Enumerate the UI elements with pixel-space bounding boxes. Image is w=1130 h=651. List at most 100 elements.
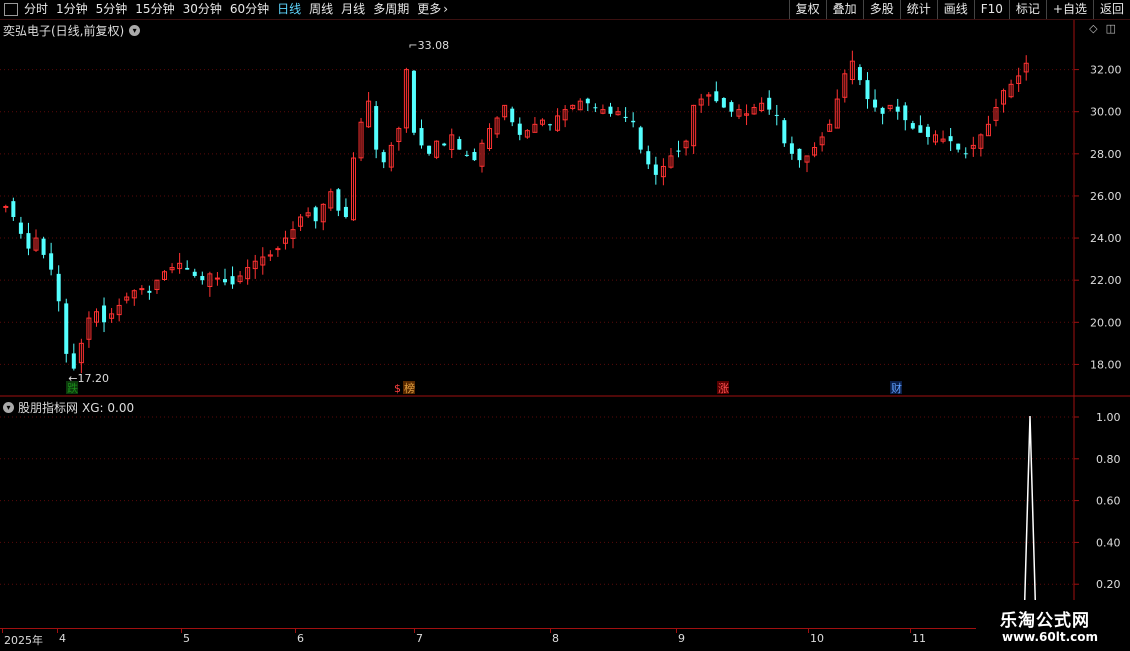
sub-chart-title: ▾ 股朋指标网 XG: 0.00: [3, 399, 134, 416]
event-marker: 涨: [718, 382, 729, 395]
candle-body: [71, 353, 76, 369]
event-marker: 跌: [67, 381, 78, 395]
candle-body: [381, 152, 386, 163]
candle-body: [548, 124, 553, 126]
y-tick-label: 18.00: [1090, 358, 1122, 371]
candle-body: [230, 276, 235, 285]
candle-body: [192, 271, 197, 276]
candle-body: [275, 248, 281, 251]
date-tick: [808, 629, 809, 633]
candle-body: [774, 114, 779, 116]
date-tick: [910, 629, 911, 633]
y-tick-label: 30.00: [1090, 106, 1122, 119]
candle-body: [895, 106, 900, 112]
candle-body: [18, 222, 23, 234]
candle-body: [948, 136, 953, 142]
watermark-title: 乐淘公式网: [1000, 611, 1090, 631]
y-tick-label: 20.00: [1090, 316, 1122, 329]
candle-body: [873, 99, 878, 108]
date-label: 8: [552, 632, 559, 645]
candle-body: [646, 151, 651, 165]
date-axis: [0, 628, 976, 651]
candle-body: [631, 120, 636, 123]
candle-body: [593, 107, 598, 109]
y-tick-label: 26.00: [1090, 190, 1122, 203]
candle-body: [585, 98, 590, 104]
candle-body: [767, 97, 772, 110]
candle-body: [714, 91, 719, 102]
sub-y-tick-label: 0.60: [1096, 495, 1121, 508]
candle-body: [102, 305, 107, 323]
candle-body: [26, 233, 31, 249]
candle-body: [200, 276, 205, 281]
candle-body: [472, 152, 477, 161]
candle-body: [11, 201, 16, 217]
candle-body: [963, 153, 968, 155]
candle-body: [880, 107, 885, 114]
candle-body: [343, 206, 348, 217]
chevron-down-icon[interactable]: ▾: [3, 402, 14, 413]
candle-body: [222, 279, 227, 283]
high-price-label: ⌐33.08: [408, 39, 449, 52]
candle-body: [336, 189, 341, 211]
date-tick: [295, 629, 296, 633]
candle-body: [427, 145, 432, 154]
watermark-url: www.60lt.com: [1002, 630, 1099, 644]
sub-y-tick-label: 1.00: [1096, 411, 1121, 424]
candle-body: [608, 106, 613, 114]
candle-body: [313, 207, 318, 222]
event-marker: 财: [891, 381, 902, 395]
date-tick: [414, 629, 415, 633]
candle-body: [729, 102, 734, 112]
date-tick: [181, 629, 182, 633]
candle-body: [442, 143, 447, 146]
candle-body: [918, 125, 923, 133]
date-label: 9: [678, 632, 685, 645]
indicator-name: 股朋指标网: [18, 401, 79, 415]
date-label: 5: [183, 632, 190, 645]
candle-body: [464, 154, 469, 156]
sub-y-tick-label: 0.80: [1096, 453, 1121, 466]
y-tick-label: 24.00: [1090, 232, 1122, 245]
sub-y-tick-label: 0.20: [1096, 578, 1121, 591]
candle-body: [638, 127, 643, 150]
candle-body: [517, 123, 522, 135]
candle-body: [214, 277, 220, 280]
candle-body: [41, 238, 46, 255]
candle-body: [782, 120, 787, 144]
event-marker: 榜: [404, 381, 415, 395]
date-label: 2025年: [4, 634, 43, 647]
candle-body: [865, 80, 870, 100]
candle-body: [857, 67, 862, 81]
candle-body: [457, 139, 462, 150]
sub-y-tick-label: 0.40: [1096, 536, 1121, 549]
candle-body: [676, 150, 681, 152]
candle-body: [411, 70, 416, 133]
date-label: 11: [912, 632, 926, 645]
candle-body: [64, 303, 69, 354]
candle-body: [956, 143, 961, 150]
date-label: 7: [416, 632, 423, 645]
candle-body: [623, 116, 628, 119]
candle-body: [910, 123, 915, 129]
candle-body: [903, 105, 908, 121]
candle-body: [721, 98, 726, 108]
date-tick: [57, 629, 58, 633]
xg-value: XG: 0.00: [82, 400, 135, 415]
candle-body: [510, 108, 515, 123]
candle-body: [185, 267, 190, 270]
date-tick: [550, 629, 551, 633]
y-tick-label: 28.00: [1090, 148, 1122, 161]
price-chart[interactable]: 32.00 30.00 28.00 26.00 24.00 22.00 20.00 18.00…: [0, 0, 1130, 650]
candle-body: [374, 106, 379, 150]
y-tick-label: 32.00: [1090, 64, 1122, 77]
date-label: 6: [297, 632, 304, 645]
candle-body: [925, 126, 930, 137]
candle-body: [797, 148, 802, 161]
event-marker: $: [394, 382, 401, 395]
candle-body: [49, 253, 54, 270]
y-tick-label: 22.00: [1090, 274, 1122, 287]
date-label: 10: [810, 632, 824, 645]
date-tick: [2, 629, 3, 633]
xg-signal-line: [1023, 415, 1037, 627]
